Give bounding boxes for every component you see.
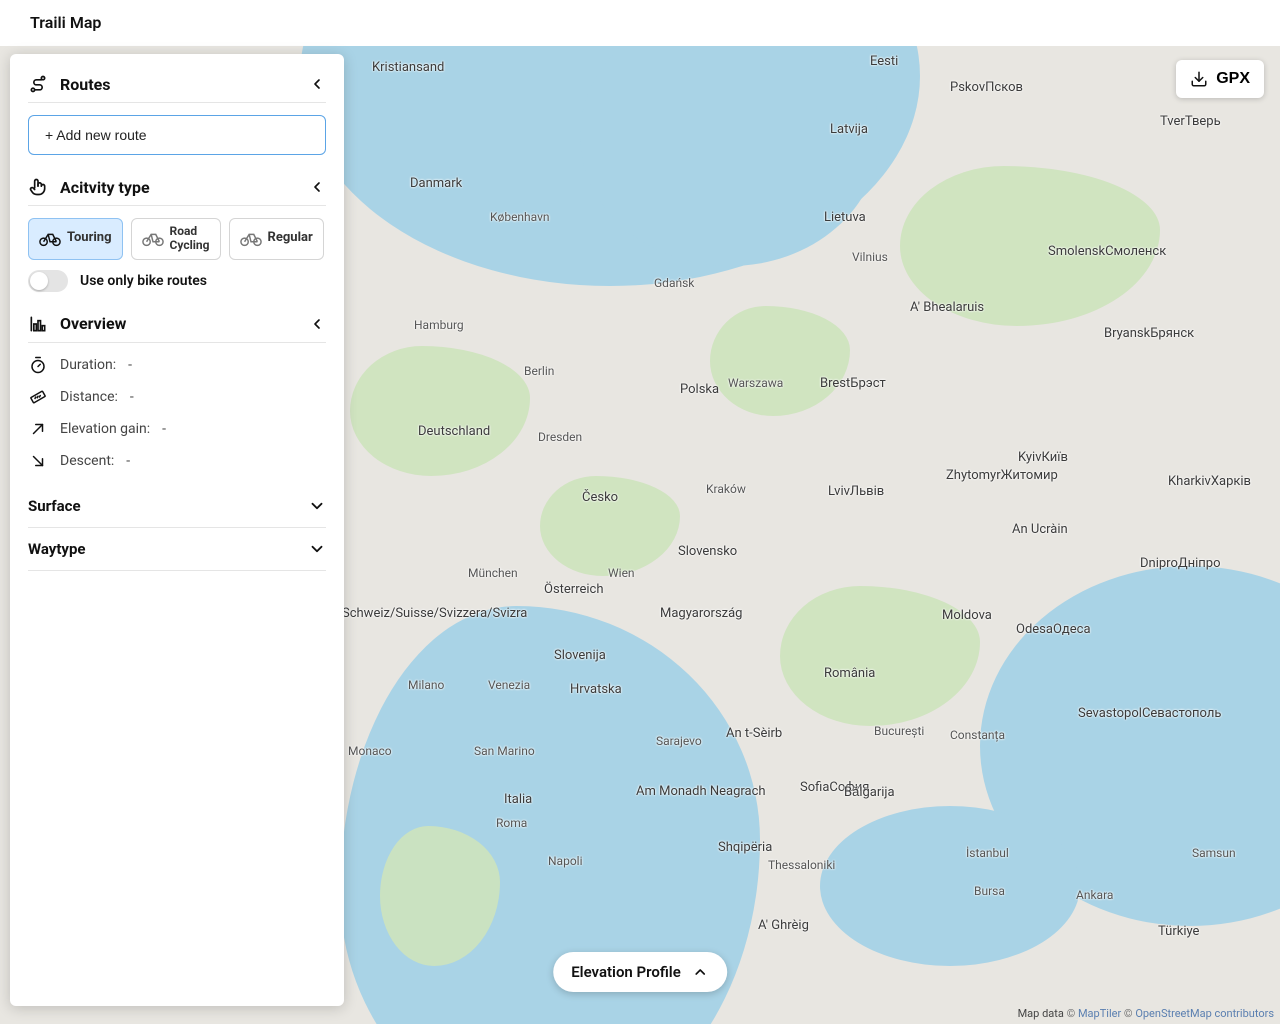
attr-sep: © (1064, 1007, 1078, 1020)
route-icon (28, 74, 48, 94)
activity-chip-label: RoadCycling (170, 225, 210, 253)
map-place-label: SofiaСофия (800, 780, 869, 795)
map-place-label: București (874, 724, 924, 738)
stat-value: - (126, 453, 130, 469)
map-attribution: Map data © MapTiler © OpenStreetMap cont… (1018, 1007, 1274, 1020)
bike-icon (240, 231, 262, 247)
app-header: Traili Map (0, 0, 1280, 46)
attr-maptiler-link[interactable]: MapTiler (1078, 1007, 1121, 1020)
map-place-label: An Ucràin (1012, 522, 1068, 537)
map-place-label: Dresden (538, 430, 582, 444)
chevron-up-icon (691, 963, 709, 981)
stat-value: - (162, 421, 166, 437)
map-place-label: Kraków (706, 482, 746, 496)
bike-icon (39, 231, 61, 247)
surface-title: Surface (28, 497, 81, 515)
waytype-title: Waytype (28, 540, 86, 558)
overview-title: Overview (60, 314, 126, 333)
chevron-left-icon (308, 178, 326, 196)
gpx-export-button[interactable]: GPX (1176, 60, 1264, 98)
activity-section-header[interactable]: Acitvity type (28, 171, 326, 206)
activity-chip-touring[interactable]: Touring (28, 218, 123, 260)
map-place-label: Österreich (544, 582, 604, 597)
map-place-label: LvivЛьвів (828, 484, 884, 499)
bike-icon (142, 231, 164, 247)
overview-stats: Duration: - Distance: - Elevation gain: … (28, 343, 326, 477)
attr-sep: © (1121, 1007, 1135, 1020)
stat-label: Duration: (60, 357, 116, 373)
forest-shape (350, 346, 530, 476)
sidebar-panel: Routes + Add new route Acitvity type Tou (10, 54, 344, 1006)
chevron-left-icon (308, 315, 326, 333)
bike-routes-toggle-row: Use only bike routes (28, 270, 326, 292)
map-place-label: Polska (680, 382, 719, 397)
map-place-label: KharkivХарків (1168, 474, 1251, 489)
routes-title: Routes (60, 75, 111, 94)
routes-section-header[interactable]: Routes (28, 68, 326, 103)
activity-options: Touring RoadCycling Regular (28, 218, 326, 260)
map-place-label: Bǎlgarija (844, 784, 895, 800)
stat-label: Distance: (60, 389, 118, 405)
forest-shape (710, 306, 850, 416)
map-place-label: Berlin (524, 364, 554, 378)
map-place-label: Hamburg (414, 318, 464, 332)
attr-osm-link[interactable]: OpenStreetMap contributors (1135, 1007, 1274, 1020)
stat-duration: Duration: - (28, 349, 326, 381)
overview-section-header[interactable]: Overview (28, 308, 326, 343)
map-place-label: KyivКиїв (1018, 450, 1068, 465)
stat-label: Elevation gain: (60, 421, 150, 437)
stat-value: - (128, 357, 132, 373)
map-place-label: TverТверь (1160, 114, 1221, 129)
map-place-label: ZhytomyrЖитомир (946, 468, 1058, 483)
elevation-profile-label: Elevation Profile (571, 963, 681, 981)
add-route-label: + Add new route (45, 127, 147, 143)
stat-elev-gain: Elevation gain: - (28, 413, 326, 445)
map-place-label: A' Ghrèig (758, 918, 809, 933)
bike-routes-toggle-label: Use only bike routes (80, 273, 207, 289)
stat-label: Descent: (60, 453, 114, 469)
forest-shape (780, 586, 980, 726)
stat-descent: Descent: - (28, 445, 326, 477)
surface-section-header[interactable]: Surface (28, 485, 326, 528)
forest-shape (900, 166, 1160, 326)
sea-shape (820, 806, 1080, 966)
activity-chip-road-cycling[interactable]: RoadCycling (131, 218, 221, 260)
map-place-label: PskovПсков (950, 80, 1023, 95)
add-route-button[interactable]: + Add new route (28, 115, 326, 155)
activity-chip-label: Touring (67, 231, 112, 246)
chevron-down-icon (308, 540, 326, 558)
stopwatch-icon (28, 355, 48, 375)
app-title: Traili Map (30, 13, 101, 32)
chevron-down-icon (308, 497, 326, 515)
map-place-label: Slovensko (678, 544, 737, 559)
map-place-label: Magyarország (660, 606, 742, 621)
map-place-label: Türkiye (1158, 924, 1199, 939)
forest-shape (540, 476, 680, 576)
attr-prefix: Map data (1018, 1007, 1064, 1020)
stat-value: - (130, 389, 134, 405)
map-place-label: München (468, 566, 518, 580)
gpx-label: GPX (1216, 70, 1250, 88)
activity-chip-regular[interactable]: Regular (229, 218, 324, 260)
waytype-section-header[interactable]: Waytype (28, 528, 326, 571)
bike-routes-toggle[interactable] (28, 270, 68, 292)
download-icon (1190, 70, 1208, 88)
ruler-icon (28, 387, 48, 407)
arrow-down-right-icon (28, 451, 48, 471)
activity-title: Acitvity type (60, 178, 150, 197)
chevron-left-icon (308, 75, 326, 93)
activity-chip-label: Regular (268, 231, 313, 246)
stat-distance: Distance: - (28, 381, 326, 413)
hand-tap-icon (28, 177, 48, 197)
map-place-label: Vilnius (852, 250, 888, 264)
map-place-label: BryanskБрянск (1104, 326, 1194, 341)
arrow-up-right-icon (28, 419, 48, 439)
elevation-profile-toggle[interactable]: Elevation Profile (553, 952, 727, 992)
bar-chart-icon (28, 314, 48, 334)
